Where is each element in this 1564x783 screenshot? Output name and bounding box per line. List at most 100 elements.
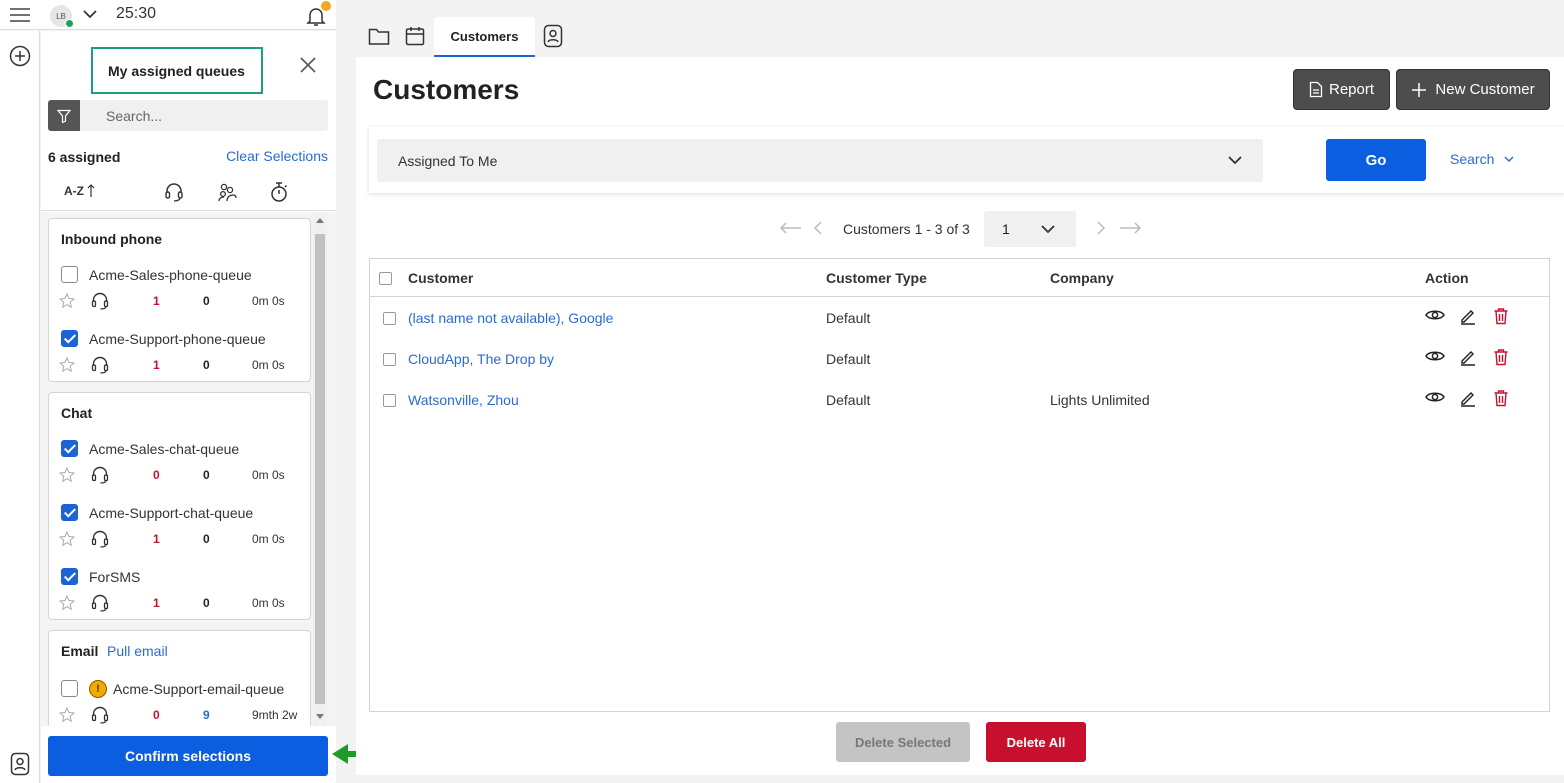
queue-checkbox[interactable] bbox=[61, 680, 78, 697]
delete-trash-icon[interactable] bbox=[1493, 348, 1509, 366]
sort-toolbar: A-Z bbox=[41, 175, 336, 211]
folder-icon[interactable] bbox=[368, 26, 390, 46]
agents-sort-icon[interactable] bbox=[216, 181, 238, 203]
queue-wait-time: 0m 0s bbox=[252, 596, 285, 610]
column-header-company[interactable]: Company bbox=[1050, 270, 1114, 286]
page-number-select[interactable]: 1 bbox=[984, 211, 1076, 247]
view-eye-icon[interactable] bbox=[1425, 348, 1445, 364]
queue-agents-count: 0 bbox=[203, 596, 210, 610]
delete-all-button[interactable]: Delete All bbox=[986, 722, 1086, 762]
clear-selections-link[interactable]: Clear Selections bbox=[226, 148, 328, 164]
filter-button[interactable] bbox=[48, 100, 80, 131]
queue-checkbox[interactable] bbox=[61, 440, 78, 457]
queue-group-title: Email bbox=[61, 643, 99, 659]
new-customer-button[interactable]: New Customer bbox=[1396, 69, 1550, 110]
queue-waiting-count: 0 bbox=[153, 708, 160, 722]
customer-link[interactable]: CloudApp, The Drop by bbox=[408, 351, 554, 367]
delete-trash-icon[interactable] bbox=[1493, 307, 1509, 325]
star-icon[interactable] bbox=[59, 595, 75, 610]
queue-item: ForSMS 1 0 0m 0s bbox=[49, 568, 312, 624]
queue-checkbox[interactable] bbox=[61, 568, 78, 585]
menu-icon[interactable] bbox=[9, 7, 31, 23]
star-icon[interactable] bbox=[59, 293, 75, 308]
scroll-thumb[interactable] bbox=[315, 234, 325, 704]
select-all-checkbox[interactable] bbox=[379, 272, 392, 285]
notification-badge bbox=[321, 1, 331, 11]
page-number-value: 1 bbox=[1002, 221, 1010, 237]
edit-pencil-icon[interactable] bbox=[1459, 307, 1477, 325]
queue-item: Acme-Support-chat-queue 1 0 0m 0s bbox=[49, 504, 312, 560]
stopwatch-sort-icon[interactable] bbox=[269, 181, 289, 203]
queue-name: Acme-Support-phone-queue bbox=[89, 331, 266, 347]
row-checkbox[interactable] bbox=[383, 312, 396, 325]
arrow-up-icon bbox=[87, 184, 95, 197]
first-page-icon[interactable] bbox=[779, 220, 803, 236]
column-header-customer[interactable]: Customer bbox=[408, 270, 473, 286]
chevron-down-icon bbox=[1228, 156, 1242, 165]
star-icon[interactable] bbox=[59, 467, 75, 482]
calendar-icon[interactable] bbox=[405, 26, 425, 46]
pull-email-link[interactable]: Pull email bbox=[107, 643, 168, 659]
row-checkbox[interactable] bbox=[383, 394, 396, 407]
star-icon[interactable] bbox=[59, 707, 75, 722]
edit-pencil-icon[interactable] bbox=[1459, 389, 1477, 407]
table-row: Watsonville, Zhou Default Lights Unlimit… bbox=[370, 380, 1549, 421]
queue-list[interactable]: Inbound phone Acme-Sales-phone-queue 1 0… bbox=[41, 212, 336, 726]
view-eye-icon[interactable] bbox=[1425, 389, 1445, 405]
row-checkbox[interactable] bbox=[383, 353, 396, 366]
view-select-value: Assigned To Me bbox=[398, 152, 498, 169]
report-label: Report bbox=[1328, 81, 1375, 98]
headset-icon bbox=[91, 593, 109, 613]
queue-checkbox[interactable] bbox=[61, 504, 78, 521]
tab-customers[interactable]: Customers bbox=[434, 17, 535, 57]
left-rail bbox=[0, 31, 40, 783]
edit-pencil-icon[interactable] bbox=[1459, 348, 1477, 366]
avatar[interactable]: LB bbox=[50, 5, 74, 28]
close-icon[interactable] bbox=[299, 56, 317, 74]
queue-name: Acme-Support-chat-queue bbox=[89, 505, 254, 521]
confirm-selections-button[interactable]: Confirm selections bbox=[48, 736, 328, 776]
queue-item: Acme-Sales-chat-queue 0 0 0m 0s bbox=[49, 440, 312, 496]
search-toggle[interactable]: Search bbox=[1450, 151, 1514, 167]
column-header-customer-type[interactable]: Customer Type bbox=[826, 270, 927, 286]
warning-icon: ! bbox=[89, 680, 107, 698]
workspace-tabs: Customers bbox=[356, 14, 1564, 57]
view-eye-icon[interactable] bbox=[1425, 307, 1445, 323]
queue-wait-time: 0m 0s bbox=[252, 294, 285, 308]
queue-search-input[interactable] bbox=[80, 100, 328, 131]
queue-list-scrollbar[interactable] bbox=[313, 212, 327, 726]
view-filter-bar: Assigned To Me Go Search bbox=[369, 127, 1564, 193]
panel-title: My assigned queues bbox=[91, 47, 263, 94]
sort-az-button[interactable]: A-Z bbox=[64, 184, 95, 198]
go-button[interactable]: Go bbox=[1326, 139, 1426, 181]
queue-wait-time: 0m 0s bbox=[252, 358, 285, 372]
queue-agents-count: 0 bbox=[203, 294, 210, 308]
queue-name: Acme-Support-email-queue bbox=[113, 681, 285, 697]
customer-link[interactable]: Watsonville, Zhou bbox=[408, 392, 519, 408]
queue-checkbox[interactable] bbox=[61, 330, 78, 347]
star-icon[interactable] bbox=[59, 531, 75, 546]
next-page-icon[interactable] bbox=[1096, 220, 1106, 236]
customer-link[interactable]: (last name not available), Google bbox=[408, 310, 613, 326]
column-header-action: Action bbox=[1425, 270, 1469, 286]
table-row: (last name not available), Google Defaul… bbox=[370, 298, 1549, 339]
previous-page-icon[interactable] bbox=[813, 220, 823, 236]
queue-waiting-count: 0 bbox=[153, 468, 160, 482]
headset-sort-icon[interactable] bbox=[164, 181, 184, 203]
add-circle-icon[interactable] bbox=[9, 45, 31, 67]
star-icon[interactable] bbox=[59, 357, 75, 372]
queue-checkbox[interactable] bbox=[61, 266, 78, 283]
delete-trash-icon[interactable] bbox=[1493, 389, 1509, 407]
delete-selected-button[interactable]: Delete Selected bbox=[836, 722, 970, 762]
view-select[interactable]: Assigned To Me bbox=[377, 139, 1263, 182]
report-button[interactable]: Report bbox=[1293, 69, 1390, 110]
chevron-down-icon[interactable] bbox=[82, 8, 98, 20]
customer-type-cell: Default bbox=[826, 310, 871, 326]
scroll-down-icon[interactable] bbox=[316, 714, 324, 719]
queue-group-chat: Chat Acme-Sales-chat-queue 0 0 0m 0s Acm… bbox=[48, 392, 311, 620]
contact-card-icon[interactable] bbox=[543, 24, 563, 48]
queue-waiting-count: 1 bbox=[153, 294, 160, 308]
scroll-up-icon[interactable] bbox=[316, 218, 324, 223]
last-page-icon[interactable] bbox=[1118, 220, 1142, 236]
contact-card-icon[interactable] bbox=[10, 752, 30, 776]
